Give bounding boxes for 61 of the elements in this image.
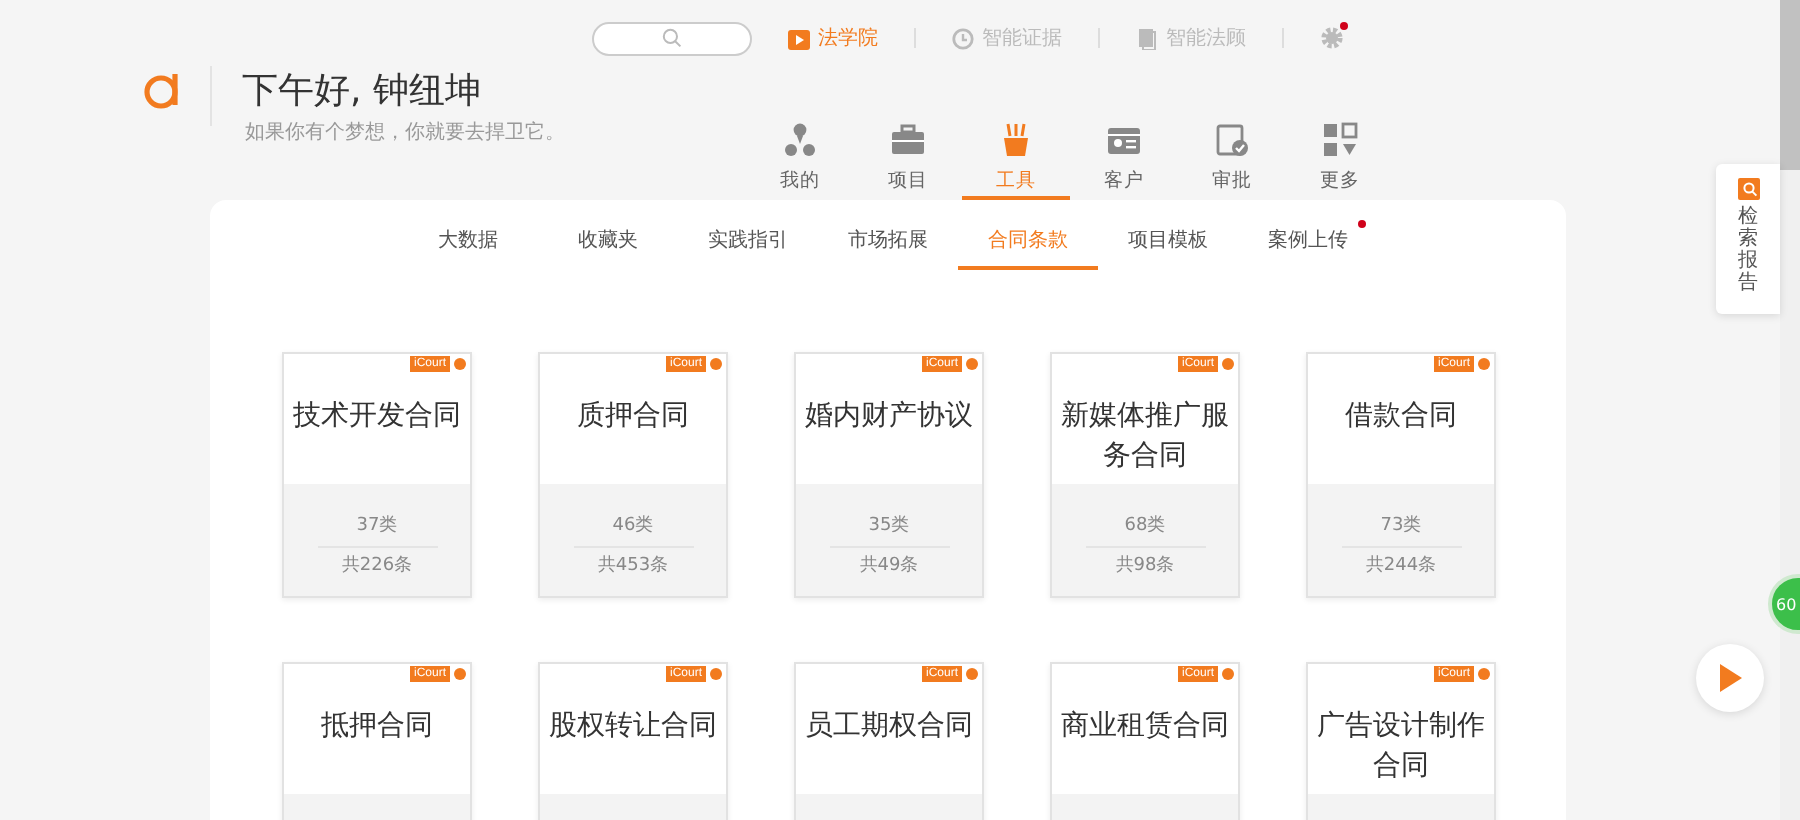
card-title: 借款合同 [1343, 398, 1459, 436]
nav-tab[interactable]: 客户 [1070, 120, 1178, 200]
nav-tab[interactable]: 项目 [854, 120, 962, 200]
settings-icon[interactable] [1320, 26, 1344, 50]
briefcase-icon [890, 122, 926, 158]
status-dot [1478, 358, 1490, 370]
search-field[interactable] [592, 21, 752, 55]
greeting: 下午好, 钟纽坤 [242, 68, 481, 116]
clock-icon [952, 27, 974, 49]
play-box-icon [788, 27, 810, 49]
status-dot [1222, 358, 1234, 370]
card-title: 广告设计制作合同 [1316, 708, 1486, 786]
scrollbar-thumb[interactable] [1780, 0, 1800, 170]
play-icon [1718, 664, 1742, 692]
category-count: 46类 [612, 514, 654, 538]
total-count: 共453条 [597, 554, 669, 578]
contact-card-icon [1106, 122, 1142, 158]
search-report-panel[interactable]: 检索报告 [1716, 164, 1780, 314]
status-dot [710, 358, 722, 370]
card-title: 技术开发合同 [292, 398, 462, 436]
panel-label: 检索报告 [1738, 206, 1758, 294]
people-icon [782, 122, 818, 158]
status-dot [454, 668, 466, 680]
total-count: 共226条 [341, 554, 413, 578]
card-title: 商业租赁合同 [1060, 708, 1230, 746]
nav-tab[interactable]: 更多 [1286, 120, 1394, 200]
card-title: 抵押合同 [319, 708, 435, 746]
total-count: 共49条 [859, 554, 919, 578]
card-title: 股权转让合同 [548, 708, 718, 746]
card-title: 新媒体推广服务合同 [1060, 398, 1230, 476]
nav-tab[interactable]: 我的 [746, 120, 854, 200]
pen-cup-icon [998, 122, 1034, 158]
category-count: 37类 [356, 514, 398, 538]
tab[interactable]: 项目模板 [1098, 226, 1238, 270]
category-count: 73类 [1380, 514, 1422, 538]
tab[interactable]: 收藏夹 [538, 226, 678, 270]
status-dot [710, 668, 722, 680]
tab[interactable]: 大数据 [398, 226, 538, 270]
tab[interactable]: 案例上传 [1238, 226, 1378, 270]
category-count: 68类 [1124, 514, 1166, 538]
nav-tab[interactable]: 审批 [1178, 120, 1286, 200]
total-count: 共244条 [1365, 554, 1437, 578]
document-check-icon [1214, 122, 1250, 158]
grid-icon [1322, 122, 1358, 158]
tab[interactable]: 实践指引 [678, 226, 818, 270]
status-dot [966, 358, 978, 370]
play-button[interactable] [1696, 644, 1764, 712]
card-title: 员工期权合同 [804, 708, 974, 746]
total-count: 共98条 [1115, 554, 1175, 578]
document-icon [1136, 27, 1158, 49]
card-title: 婚内财产协议 [804, 398, 974, 436]
motto: 如果你有个梦想，你就要去捍卫它。 [244, 119, 565, 146]
category-count: 35类 [868, 514, 910, 538]
card-title: 质押合同 [575, 398, 691, 436]
search-icon [662, 28, 682, 48]
status-dot [1222, 668, 1234, 680]
status-dot [1478, 668, 1490, 680]
status-dot [966, 668, 978, 680]
report-search-icon [1737, 178, 1759, 200]
tab[interactable]: 市场拓展 [818, 226, 958, 270]
status-dot [454, 358, 466, 370]
